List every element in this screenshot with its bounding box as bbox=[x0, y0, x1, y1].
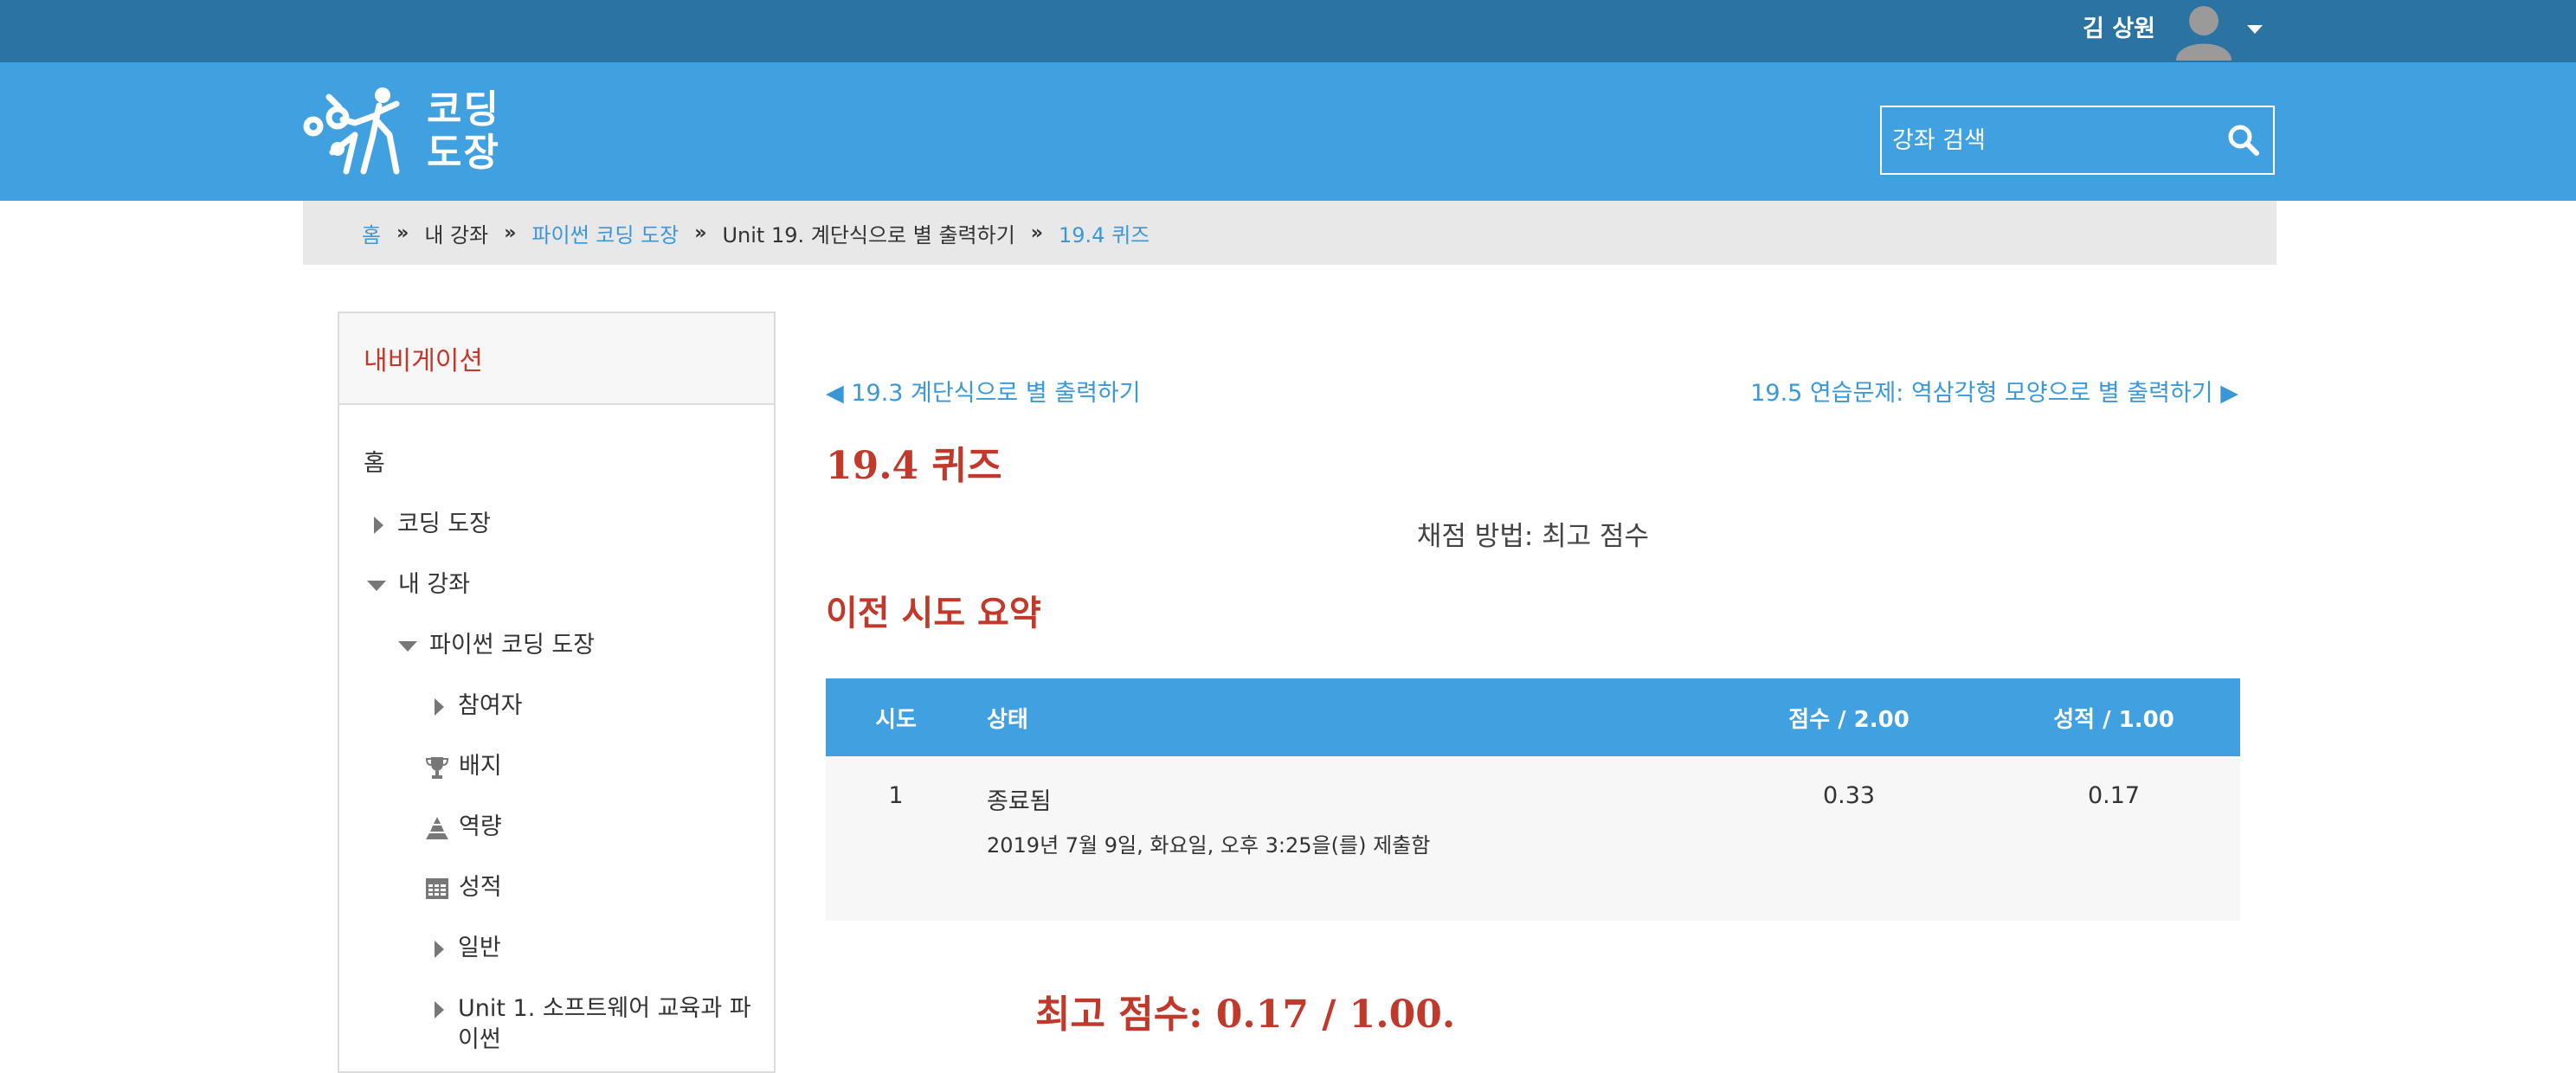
chevron-right-icon[interactable] bbox=[435, 940, 444, 958]
cell-status: 종료됨 2019년 7월 9일, 화요일, 오후 3:25을(를) 제출함 bbox=[966, 756, 1710, 921]
caret-down-icon[interactable] bbox=[2247, 25, 2263, 34]
breadcrumb-my-courses: 내 강좌 bbox=[424, 222, 489, 247]
nav-item-label: 내 강좌 bbox=[398, 571, 471, 598]
prev-activity-link[interactable]: ◀ 19.3 계단식으로 별 출력하기 bbox=[826, 374, 1141, 408]
competency-icon bbox=[426, 816, 448, 839]
navigation-title[interactable]: 내비게이션 bbox=[364, 339, 483, 377]
breadcrumb-separator: » bbox=[396, 222, 409, 244]
submitted-time: 2019년 7월 9일, 화요일, 오후 3:25을(를) 제출함 bbox=[987, 833, 1431, 858]
nav-item-home[interactable]: 홈 bbox=[364, 448, 385, 479]
page-title: 19.4 퀴즈 bbox=[826, 444, 1002, 488]
user-avatar-icon[interactable] bbox=[2173, 0, 2235, 61]
nav-item-label: 파이썬 코딩 도장 bbox=[429, 632, 596, 659]
cell-attempt: 1 bbox=[826, 756, 966, 921]
breadcrumb-separator: » bbox=[1030, 222, 1044, 244]
chevron-down-icon[interactable] bbox=[398, 640, 417, 652]
chevron-right-icon[interactable] bbox=[374, 516, 383, 534]
nav-item-label: 역량 bbox=[459, 813, 502, 840]
user-name[interactable]: 김 상원 bbox=[2083, 14, 2155, 45]
summary-title: 이전 시도 요약 bbox=[826, 593, 1041, 633]
table-header-row: 시도 상태 점수 / 2.00 성적 / 1.00 bbox=[826, 678, 2240, 756]
nav-item-label: 코딩 도장 bbox=[397, 511, 491, 537]
nav-item-label: 일반 bbox=[458, 935, 501, 961]
nav-item-general[interactable]: 일반 bbox=[435, 933, 501, 964]
attempts-table: 시도 상태 점수 / 2.00 성적 / 1.00 1 종료됨 2019년 7월… bbox=[826, 678, 2240, 921]
nav-item-coding-dojang[interactable]: 코딩 도장 bbox=[374, 509, 491, 540]
breadcrumb: 홈 » 내 강좌 » 파이썬 코딩 도장 » Unit 19. 계단식으로 별 … bbox=[303, 201, 2277, 265]
logo-text[interactable]: 코딩 도장 bbox=[427, 88, 500, 175]
nav-item-label: 참여자 bbox=[458, 692, 523, 719]
site-header: 코딩 도장 bbox=[0, 62, 2576, 201]
nav-item-participants[interactable]: 참여자 bbox=[435, 691, 523, 722]
trophy-icon bbox=[425, 756, 449, 779]
nav-item-label: Unit 1. 소프트웨어 교육과 파 bbox=[458, 995, 751, 1022]
search-icon[interactable] bbox=[2226, 123, 2261, 157]
nav-item-label-cont: 이썬 bbox=[458, 1026, 501, 1053]
nav-item-label: 홈 bbox=[364, 450, 385, 477]
nav-item-my-courses[interactable]: 내 강좌 bbox=[367, 569, 470, 601]
chevron-down-icon[interactable] bbox=[367, 580, 386, 591]
breadcrumb-unit: Unit 19. 계단식으로 별 출력하기 bbox=[722, 222, 1015, 247]
chevron-right-icon[interactable] bbox=[435, 697, 444, 716]
header-marks: 점수 / 2.00 bbox=[1710, 678, 1987, 756]
cell-marks: 0.33 bbox=[1710, 756, 1987, 921]
breadcrumb-course[interactable]: 파이썬 코딩 도장 bbox=[531, 218, 679, 248]
course-search bbox=[1880, 106, 2275, 175]
search-input[interactable] bbox=[1892, 107, 2212, 173]
next-activity-link[interactable]: 19.5 연습문제: 역삼각형 모양으로 별 출력하기 ▶ bbox=[1750, 374, 2238, 408]
breadcrumb-separator: » bbox=[694, 222, 707, 244]
grades-table-icon bbox=[426, 877, 448, 899]
cell-grade: 0.17 bbox=[1987, 756, 2240, 921]
chevron-right-icon[interactable] bbox=[435, 1000, 444, 1018]
nav-item-competencies[interactable]: 역량 bbox=[424, 812, 502, 843]
header-status: 상태 bbox=[966, 678, 1710, 756]
best-grade: 최고 점수: 0.17 / 1.00. bbox=[1035, 993, 1456, 1037]
nav-item-label: 배지 bbox=[459, 753, 502, 780]
nav-item-unit-1[interactable]: Unit 1. 소프트웨어 교육과 파 이썬 bbox=[435, 993, 763, 1056]
nav-item-label: 성적 bbox=[459, 874, 502, 901]
navigation-header: 내비게이션 bbox=[339, 313, 774, 405]
breadcrumb-home[interactable]: 홈 bbox=[362, 218, 381, 248]
nav-item-grades[interactable]: 성적 bbox=[424, 872, 502, 903]
status-text: 종료됨 bbox=[987, 788, 1052, 815]
table-row: 1 종료됨 2019년 7월 9일, 화요일, 오후 3:25을(를) 제출함 … bbox=[826, 756, 2240, 921]
nav-item-badges[interactable]: 배지 bbox=[424, 751, 502, 782]
breadcrumb-separator: » bbox=[504, 222, 517, 244]
header-attempt: 시도 bbox=[826, 678, 966, 756]
nav-item-python-course[interactable]: 파이썬 코딩 도장 bbox=[398, 630, 595, 661]
top-bar: 김 상원 bbox=[0, 0, 2576, 62]
header-grade: 성적 / 1.00 bbox=[1987, 678, 2240, 756]
navigation-block: 내비게이션 홈 코딩 도장 내 강좌 파이썬 코딩 도장 참여자 배지 역량 성… bbox=[338, 312, 776, 1073]
grading-method: 채점 방법: 최고 점수 bbox=[1416, 521, 1650, 552]
breadcrumb-quiz[interactable]: 19.4 퀴즈 bbox=[1059, 218, 1150, 248]
